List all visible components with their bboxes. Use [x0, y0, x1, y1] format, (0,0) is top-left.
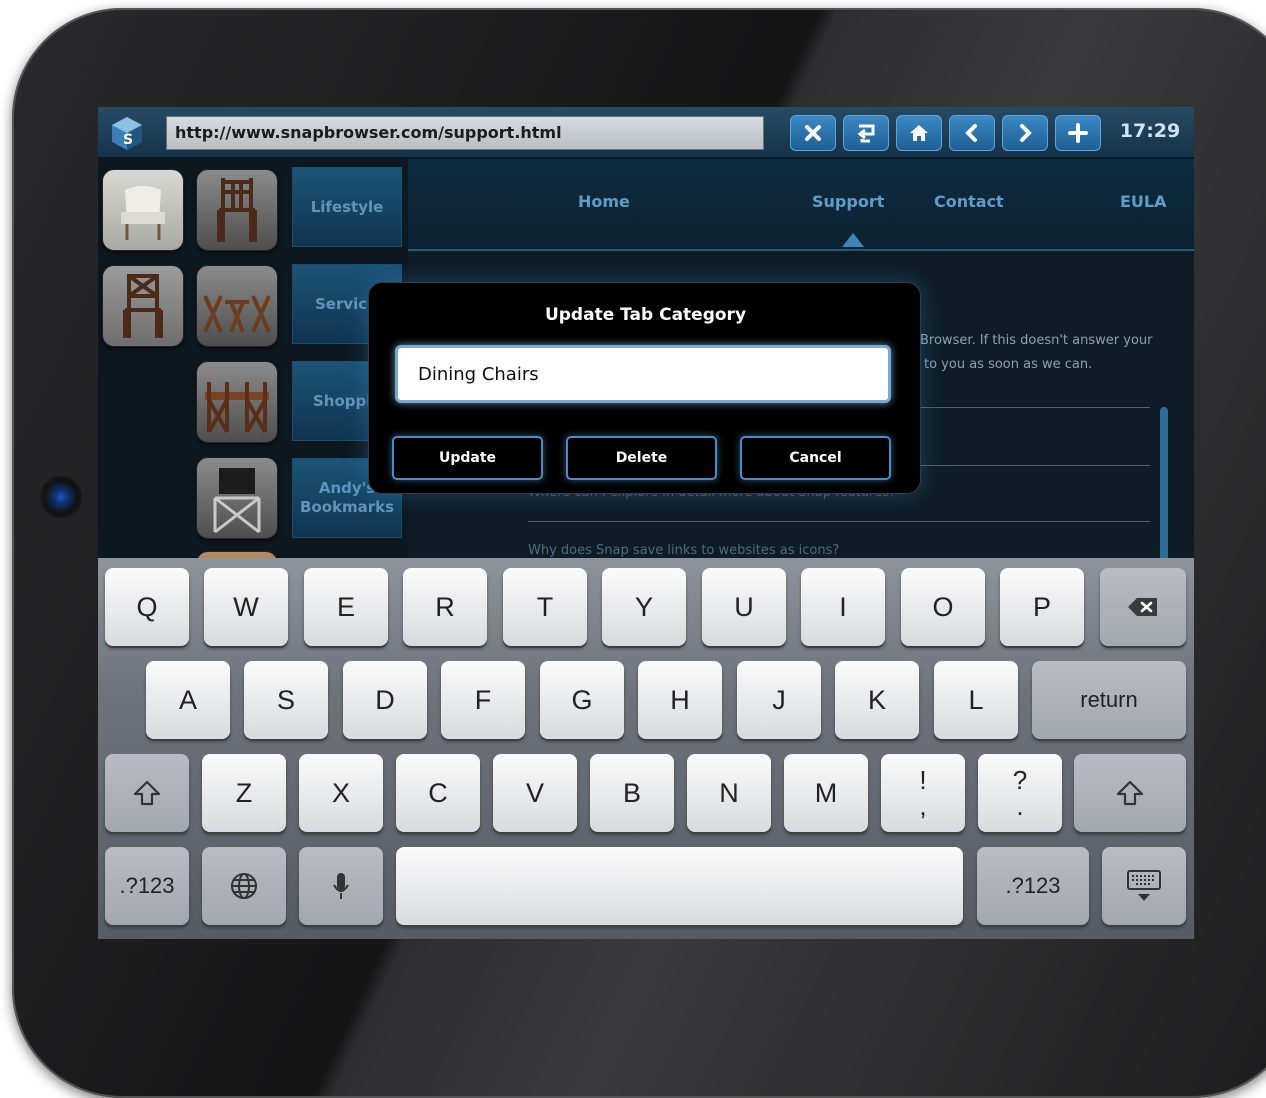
thumbnail-armchair[interactable]: [102, 169, 184, 251]
key-y[interactable]: Y: [602, 568, 686, 646]
key-z[interactable]: Z: [202, 754, 286, 832]
key-e[interactable]: E: [304, 568, 388, 646]
numbers-key-right[interactable]: .?123: [977, 847, 1089, 925]
hide-keyboard-icon: [1127, 870, 1161, 901]
site-nav: Home Support Contact EULA: [408, 159, 1194, 251]
forward-button[interactable]: [1002, 115, 1048, 151]
nav-home[interactable]: Home: [578, 192, 630, 211]
backspace-key[interactable]: [1100, 568, 1186, 646]
cancel-button[interactable]: Cancel: [740, 436, 891, 480]
add-button[interactable]: [1055, 115, 1101, 151]
thumbnail-cross-back-chair[interactable]: [102, 265, 184, 347]
tabs-icon: [857, 124, 875, 143]
key-r[interactable]: R: [403, 568, 487, 646]
dialog-title: Update Tab Category: [544, 305, 747, 325]
back-icon: [965, 124, 977, 142]
nav-support[interactable]: Support: [812, 192, 884, 211]
back-button[interactable]: [949, 115, 995, 151]
clock: 17:29: [1119, 120, 1181, 142]
snap-logo-icon[interactable]: S: [110, 115, 144, 151]
key-j[interactable]: J: [737, 661, 821, 739]
tabs-button[interactable]: [843, 115, 889, 151]
backspace-icon: [1128, 598, 1157, 616]
key-exclamation-comma[interactable]: !,: [881, 754, 965, 832]
key-top-char: !: [919, 765, 927, 795]
key-w[interactable]: W: [204, 568, 288, 646]
key-question-period[interactable]: ?.: [978, 754, 1062, 832]
globe-key[interactable]: [202, 847, 286, 925]
thumbnail-wooden-chair[interactable]: [196, 169, 278, 251]
shift-icon: [133, 780, 161, 806]
home-icon: [910, 125, 928, 141]
return-key[interactable]: return: [1032, 661, 1186, 739]
faq-item[interactable]: Why does Snap save links to websites as …: [528, 543, 839, 558]
thumbnail-bistro-set[interactable]: [196, 265, 278, 347]
forward-icon: [1020, 124, 1032, 142]
key-g[interactable]: G: [540, 661, 624, 739]
key-c[interactable]: C: [396, 754, 480, 832]
svg-text:S: S: [123, 132, 133, 148]
key-u[interactable]: U: [702, 568, 786, 646]
key-bottom-char: .: [1016, 791, 1024, 821]
browser-toolbar: S http://www.snapbrowser.com/support.htm…: [98, 107, 1194, 158]
thumbnail-panel: [98, 159, 288, 593]
update-tab-category-dialog: Update Tab Category Update Delete Cancel: [368, 282, 921, 494]
key-a[interactable]: A: [146, 661, 230, 739]
hide-keyboard-key[interactable]: [1102, 847, 1186, 925]
close-icon: [805, 125, 821, 141]
content-text-line: Browser. If this doesn't answer your: [920, 333, 1153, 348]
key-bottom-char: ,: [919, 791, 927, 821]
key-top-char: ?: [1012, 765, 1028, 795]
add-icon: [1068, 123, 1088, 143]
content-scrollbar[interactable]: [1160, 407, 1168, 567]
key-s[interactable]: S: [244, 661, 328, 739]
url-bar[interactable]: http://www.snapbrowser.com/support.html: [166, 116, 764, 150]
nav-eula[interactable]: EULA: [1120, 192, 1167, 211]
content-text-line: to you as soon as we can.: [924, 357, 1093, 372]
camera-lens: [40, 476, 82, 518]
key-p[interactable]: P: [1000, 568, 1084, 646]
key-x[interactable]: X: [299, 754, 383, 832]
numbers-key-left[interactable]: .?123: [105, 847, 189, 925]
key-o[interactable]: O: [901, 568, 985, 646]
key-f[interactable]: F: [441, 661, 525, 739]
category-name-input[interactable]: [395, 345, 891, 403]
active-tab-caret-icon: [842, 233, 864, 247]
thumbnail-dining-set[interactable]: [196, 361, 278, 443]
key-b[interactable]: B: [590, 754, 674, 832]
key-k[interactable]: K: [835, 661, 919, 739]
screen: S http://www.snapbrowser.com/support.htm…: [98, 107, 1194, 939]
key-h[interactable]: H: [638, 661, 722, 739]
key-l[interactable]: L: [934, 661, 1018, 739]
delete-button[interactable]: Delete: [566, 436, 717, 480]
key-d[interactable]: D: [343, 661, 427, 739]
onscreen-keyboard: Q W E R T Y U I O P A S D F G H J K L re…: [98, 558, 1194, 939]
home-button[interactable]: [896, 115, 942, 151]
key-t[interactable]: T: [503, 568, 587, 646]
globe-icon: [231, 873, 257, 899]
microphone-icon: [333, 873, 349, 899]
shift-key-left[interactable]: [105, 754, 189, 832]
category-tab-lifestyle[interactable]: Lifestyle: [292, 167, 402, 247]
key-m[interactable]: M: [784, 754, 868, 832]
key-i[interactable]: I: [801, 568, 885, 646]
nav-contact[interactable]: Contact: [934, 192, 1004, 211]
shift-icon: [1116, 780, 1144, 806]
dictation-key[interactable]: [299, 847, 383, 925]
update-button[interactable]: Update: [392, 436, 543, 480]
key-q[interactable]: Q: [105, 568, 189, 646]
key-v[interactable]: V: [493, 754, 577, 832]
shift-key-right[interactable]: [1074, 754, 1186, 832]
thumbnail-director-chair[interactable]: [196, 457, 278, 539]
close-button[interactable]: [790, 115, 836, 151]
key-n[interactable]: N: [687, 754, 771, 832]
divider: [528, 521, 1150, 522]
space-key[interactable]: [396, 847, 963, 925]
